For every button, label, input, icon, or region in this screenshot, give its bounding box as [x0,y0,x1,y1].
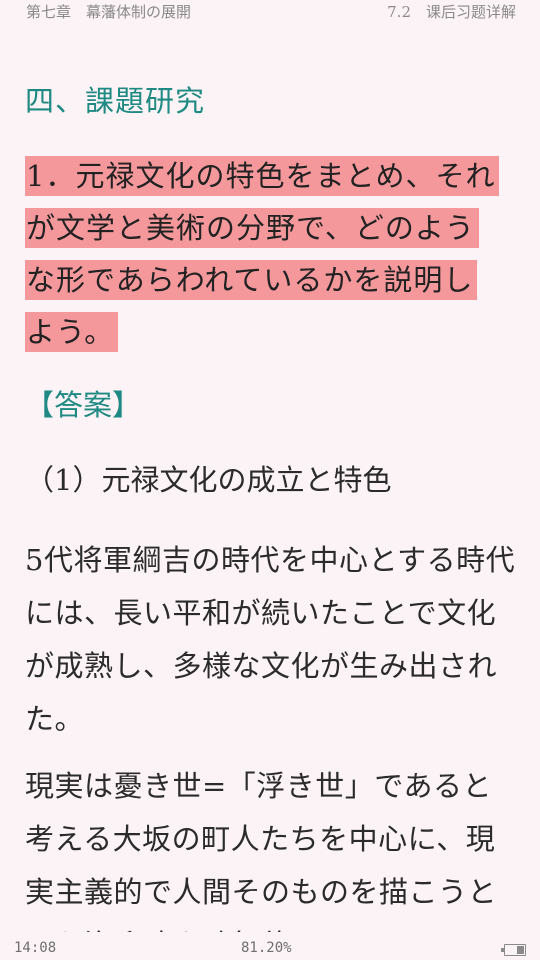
header-bar: 第七章 幕藩体制の展開 7.2 课后习题详解 [0,0,540,24]
clock: 14:08 [14,940,57,956]
paragraph: 現実は憂き世=「浮き世」であると考える大坂の町人たちを中心に、現実主義的で人間そ… [25,769,498,932]
question-line[interactable]: な形であらわれているかを説明し [25,260,478,300]
status-bar: 14:08 81.20% [0,932,540,960]
answer-label: 【答案】 [25,388,142,422]
highlighted-question[interactable]: 1．元禄文化の特色をまとめ、それ が文学と美術の分野で、どのよう な形であらわれ… [25,156,520,364]
section-title: 7.2 课后习题详解 [387,3,516,21]
section-heading: 四、課題研究 [25,84,206,118]
question-line[interactable]: が文学と美術の分野で、どのよう [25,208,479,248]
paragraph: 5代将軍綱吉の時代を中心とする時代には、長い平和が続いたことで文化が成熟し、多様… [25,543,516,736]
question-line[interactable]: 1．元禄文化の特色をまとめ、それ [25,156,500,196]
battery-fill [516,946,524,954]
answer-subheading: （1）元禄文化の成立と特色 [25,463,392,497]
reading-progress: 81.20% [241,940,292,956]
chapter-title: 第七章 幕藩体制の展開 [26,3,192,21]
battery-icon [501,944,526,956]
question-line[interactable]: よう。 [25,312,119,352]
